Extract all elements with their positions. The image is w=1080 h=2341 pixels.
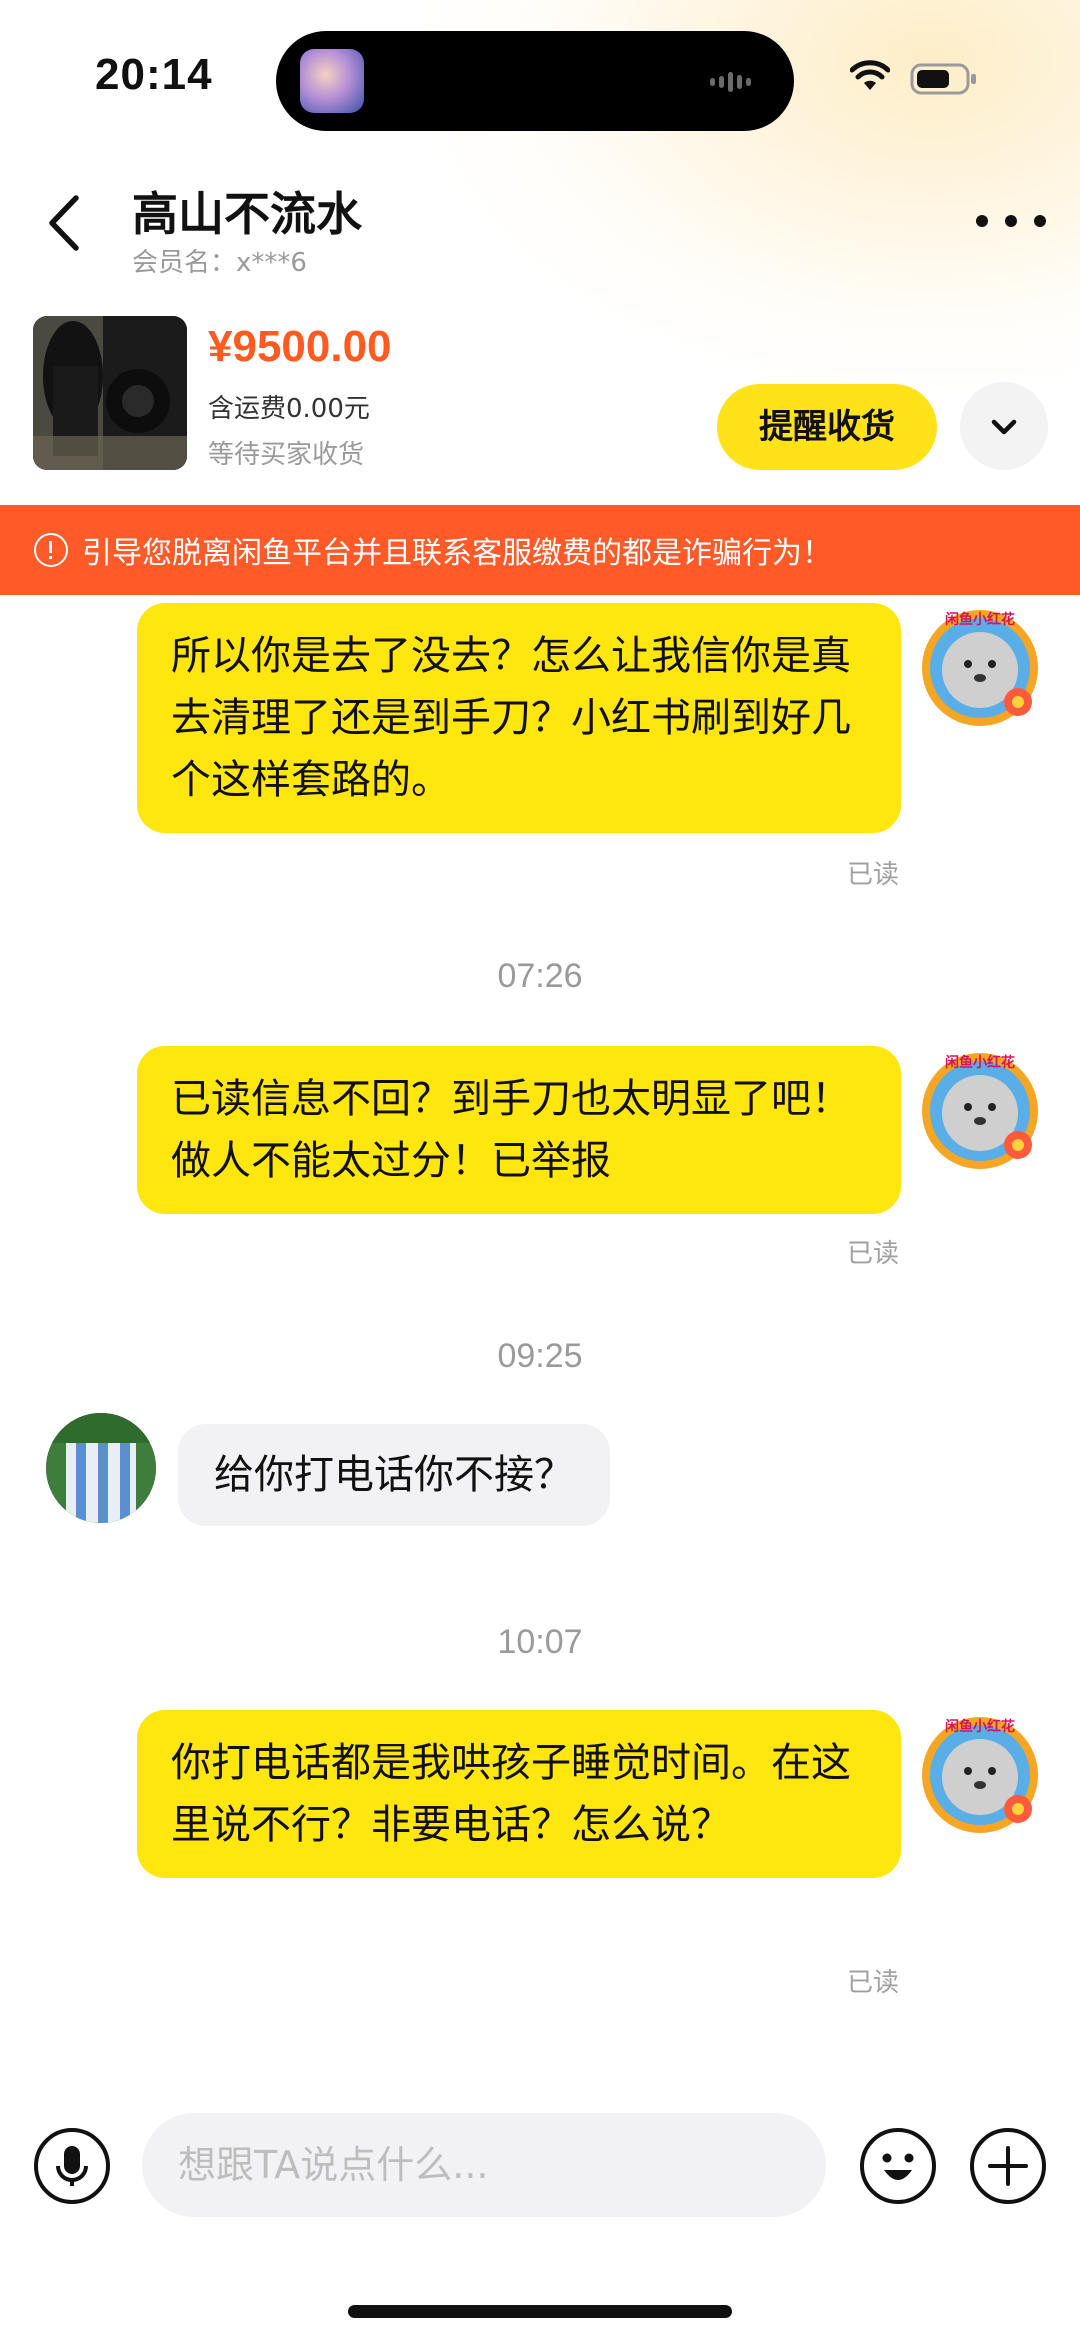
message-timestamp: 09:25 [497,1337,583,1375]
contact-avatar[interactable] [46,1413,156,1523]
avatar-badge-text: 闲鱼小红花 [945,1054,1015,1071]
audio-wave-icon [710,71,766,93]
wifi-icon [850,60,890,90]
dynamic-island[interactable] [276,31,794,131]
seal-avatar-icon[interactable]: 闲鱼小红花 [912,598,1048,734]
seal-avatar-icon[interactable]: 闲鱼小红花 [912,1705,1048,1841]
message-timestamp: 07:26 [497,957,583,995]
remind-receipt-button[interactable]: 提醒收货 [717,384,937,470]
product-price: ¥9500.00 [208,322,392,371]
camera-lens-image [33,316,187,470]
order-status: 等待买家收货 [208,440,365,470]
seal-avatar-icon[interactable]: 闲鱼小红花 [912,1041,1048,1177]
home-indicator[interactable] [348,2305,732,2318]
message-bubble-sent[interactable]: 已读信息不回？到手刀也太明显了吧！做人不能太过分！已举报 [137,1046,901,1214]
battery-icon [910,63,976,95]
read-status: 已读 [847,1968,900,1998]
now-playing-thumbnail [300,49,364,113]
emoji-button[interactable] [858,2126,938,2206]
more-actions-button[interactable] [968,2126,1048,2206]
message-bubble-sent[interactable]: 你打电话都是我哄孩子睡觉时间。在这里说不行？非要电话？怎么说？ [137,1710,901,1878]
voice-input-button[interactable] [32,2126,112,2206]
chevron-down-icon [991,419,1017,435]
expand-button[interactable] [960,382,1048,470]
warning-text: 引导您脱离闲鱼平台并且联系客服缴费的都是诈骗行为！ [82,536,832,571]
warning-icon [34,533,68,567]
back-button[interactable] [40,190,90,256]
message-bubble-sent[interactable]: 所以你是去了没去？怎么让我信你是真去清理了还是到手刀？小红书刷到好几个这样套路的… [137,603,901,833]
status-time: 20:14 [95,50,213,99]
message-timestamp: 10:07 [497,1623,583,1661]
read-status: 已读 [847,860,900,890]
fraud-warning-banner[interactable]: 引导您脱离闲鱼平台并且联系客服缴费的都是诈骗行为！ [0,505,1080,595]
read-status: 已读 [847,1239,900,1269]
message-input[interactable]: 想跟TA说点什么... [142,2113,826,2217]
product-thumbnail[interactable] [33,316,187,470]
avatar-badge-text: 闲鱼小红花 [945,1718,1015,1735]
more-options-button[interactable] [976,206,1046,236]
avatar-badge-text: 闲鱼小红花 [945,611,1015,628]
contact-photo [46,1413,156,1523]
member-name: 会员名：x***6 [132,248,307,278]
shipping-fee: 含运费0.00元 [208,394,370,424]
chat-title: 高山不流水 [132,187,362,241]
message-bubble-received[interactable]: 给你打电话你不接？ [178,1424,610,1526]
